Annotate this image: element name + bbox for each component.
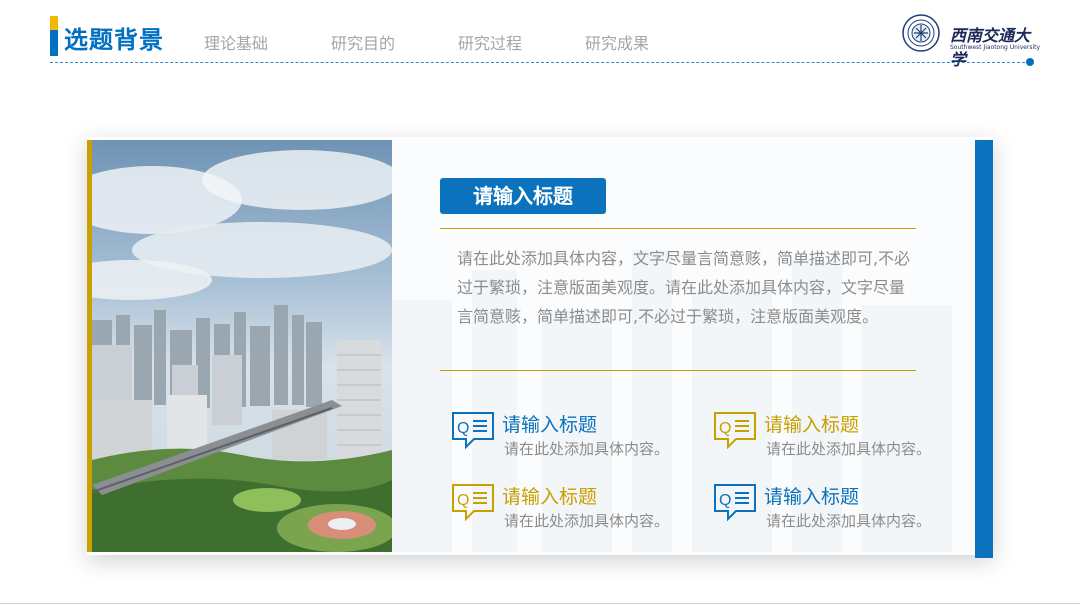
university-seal-icon	[902, 14, 940, 52]
feature-title-1: 请输入标题	[502, 414, 598, 436]
heading-divider	[440, 228, 916, 229]
feature-desc-1: 请在此处添加具体内容。	[504, 440, 670, 458]
nav-item-purpose[interactable]: 研究目的	[331, 30, 395, 54]
svg-text:Q: Q	[719, 420, 731, 437]
feature-title-3: 请输入标题	[502, 486, 598, 508]
nav-item-results[interactable]: 研究成果	[585, 30, 649, 54]
card-heading: 请输入标题	[440, 178, 606, 214]
nav-item-theory[interactable]: 理论基础	[204, 30, 268, 54]
feature-desc-3: 请在此处添加具体内容。	[504, 512, 670, 530]
feature-item-1[interactable]: Q 请输入标题 请在此处添加具体内容。	[450, 410, 690, 460]
svg-text:Q: Q	[719, 492, 731, 509]
qa-chat-icon: Q	[452, 484, 494, 522]
footer-divider	[0, 603, 1080, 604]
qa-chat-icon: Q	[452, 412, 494, 450]
header-divider	[50, 62, 1030, 63]
feature-item-4[interactable]: Q 请输入标题 请在此处添加具体内容。	[712, 482, 952, 532]
card-blue-edge	[975, 140, 993, 558]
title-accent-bar	[50, 16, 58, 56]
feature-item-3[interactable]: Q 请输入标题 请在此处添加具体内容。	[450, 482, 690, 532]
feature-title-4: 请输入标题	[764, 486, 860, 508]
nav-item-process[interactable]: 研究过程	[458, 30, 522, 54]
qa-chat-icon: Q	[714, 412, 756, 450]
logo-english-name: Southwest Jiaotong University	[950, 44, 1041, 51]
feature-desc-2: 请在此处添加具体内容。	[766, 440, 932, 458]
header-divider-dot	[1026, 58, 1034, 66]
university-logo: 西南交通大学 Southwest Jiaotong University	[902, 14, 1040, 69]
city-photo	[92, 140, 392, 552]
page-title: 选题背景	[64, 26, 164, 54]
qa-chat-icon: Q	[714, 484, 756, 522]
card-body-text: 请在此处添加具体内容，文字尽量言简意赅，简单描述即可,不必过于繁琐，注意版面美观…	[457, 249, 911, 326]
feature-title-2: 请输入标题	[764, 414, 860, 436]
svg-text:Q: Q	[457, 492, 469, 509]
feature-desc-4: 请在此处添加具体内容。	[766, 512, 932, 530]
svg-text:Q: Q	[457, 420, 469, 437]
body-divider	[440, 370, 916, 371]
feature-item-2[interactable]: Q 请输入标题 请在此处添加具体内容。	[712, 410, 952, 460]
